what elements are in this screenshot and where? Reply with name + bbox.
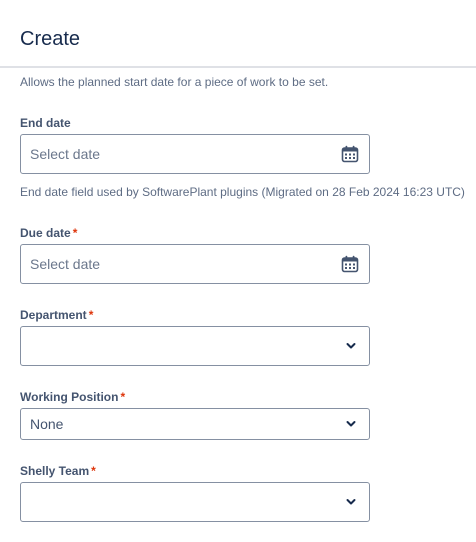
dialog-header: Create xyxy=(0,0,476,68)
end-date-picker[interactable]: Select date xyxy=(20,134,370,174)
working-position-label-text: Working Position xyxy=(20,390,119,404)
due-date-placeholder: Select date xyxy=(30,256,101,272)
chevron-down-icon xyxy=(346,343,356,349)
end-date-label: End date xyxy=(20,115,71,131)
due-date-label: Due date * xyxy=(20,225,77,241)
end-date-label-text: End date xyxy=(20,116,71,130)
calendar-icon[interactable] xyxy=(341,255,359,273)
due-date-picker[interactable]: Select date xyxy=(20,244,370,284)
working-position-label: Working Position * xyxy=(20,389,125,405)
shelly-team-label: Shelly Team * xyxy=(20,463,96,479)
due-date-label-text: Due date xyxy=(20,226,71,240)
end-date-placeholder: Select date xyxy=(30,146,101,162)
department-label: Department * xyxy=(20,307,93,323)
working-position-select[interactable]: None xyxy=(20,408,370,440)
required-marker: * xyxy=(91,464,96,478)
calendar-icon[interactable] xyxy=(341,145,359,163)
working-position-value: None xyxy=(30,416,64,432)
department-select[interactable] xyxy=(20,326,370,366)
required-marker: * xyxy=(88,308,94,322)
required-marker: * xyxy=(72,226,78,240)
chevron-down-icon xyxy=(346,421,356,427)
page-title: Create xyxy=(20,28,81,50)
start-date-description: Allows the planned start date for a piec… xyxy=(20,75,329,89)
end-date-description: End date field used by SoftwarePlant plu… xyxy=(20,185,465,199)
required-marker: * xyxy=(120,390,126,404)
shelly-team-select[interactable] xyxy=(20,482,370,522)
shelly-team-label-text: Shelly Team xyxy=(20,464,90,478)
chevron-down-icon xyxy=(346,499,356,505)
department-label-text: Department xyxy=(20,308,87,322)
